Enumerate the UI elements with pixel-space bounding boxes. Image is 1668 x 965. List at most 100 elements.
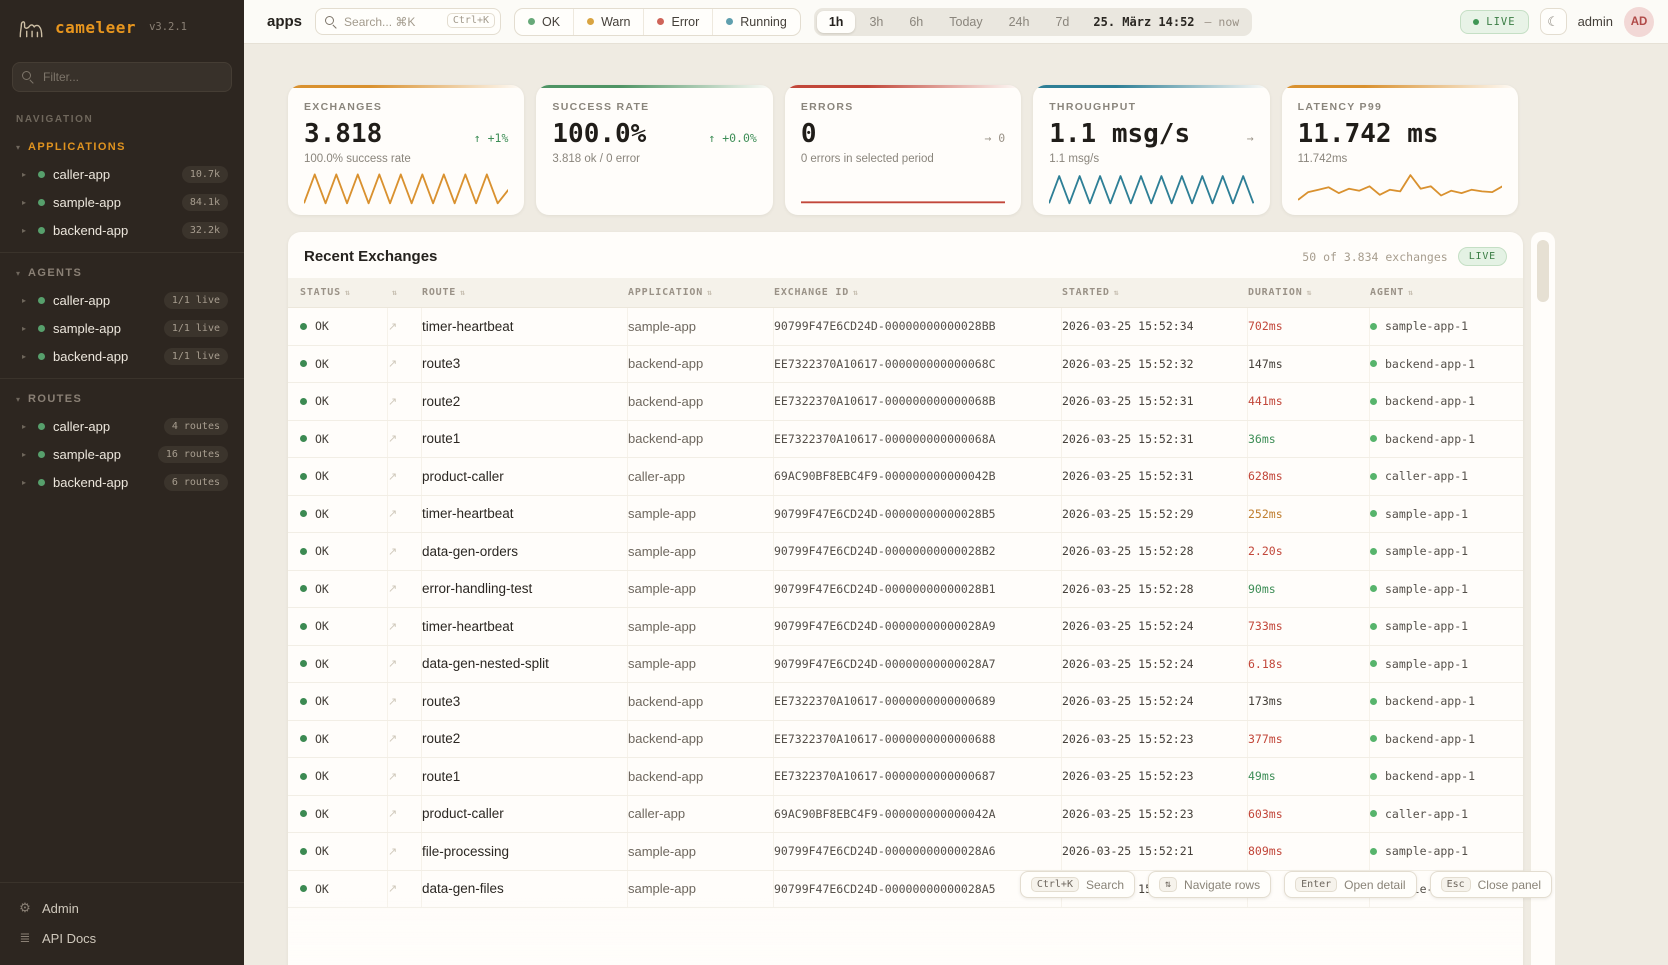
time-range-button[interactable]: 24h <box>997 11 1042 33</box>
open-detail-icon[interactable]: ↗ <box>388 395 397 408</box>
route-cell: timer-heartbeat <box>422 496 628 533</box>
kpi-card[interactable]: THROUGHPUT 1.1 msg/s → 1.1 msg/s <box>1033 85 1269 215</box>
open-detail-icon[interactable]: ↗ <box>388 620 397 633</box>
table-row[interactable]: OK ↗ route1 backend-app EE7322370A10617-… <box>288 758 1523 796</box>
filter-input[interactable] <box>12 62 232 92</box>
table-row[interactable]: OK ↗ timer-heartbeat sample-app 90799F47… <box>288 496 1523 534</box>
status-cell: OK <box>300 758 388 795</box>
column-header-application[interactable]: APPLICATION⇅ <box>628 287 774 298</box>
sidebar-item-api-docs[interactable]: ≣ API Docs <box>12 923 232 953</box>
table-row[interactable]: OK ↗ error-handling-test sample-app 9079… <box>288 571 1523 609</box>
exchange-id-cell: 69AC90BF8EBC4F9-000000000000042B <box>774 458 1062 495</box>
open-detail-icon[interactable]: ↗ <box>388 545 397 558</box>
exchange-id-cell: 90799F47E6CD24D-00000000000028A9 <box>774 608 1062 645</box>
theme-toggle-button[interactable]: ☾ <box>1540 8 1567 35</box>
started-cell: 2026-03-25 15:52:23 <box>1062 721 1248 758</box>
date-range-label[interactable]: 25. März 14:52 <box>1083 15 1202 29</box>
time-range-button[interactable]: Today <box>937 11 994 33</box>
live-toggle[interactable]: LIVE <box>1460 10 1528 34</box>
chevron-right-icon: ▸ <box>22 352 30 361</box>
avatar[interactable]: AD <box>1624 7 1654 37</box>
sidebar-item-application[interactable]: ▸ backend-app 32.2k <box>10 216 234 244</box>
column-header-agent[interactable]: AGENT⇅ <box>1370 287 1523 298</box>
sidebar-item-agent[interactable]: ▸ backend-app 1/1 live <box>10 342 234 370</box>
sidebar-item-agent[interactable]: ▸ sample-app 1/1 live <box>10 314 234 342</box>
status-filter-chip[interactable]: Running <box>712 9 800 35</box>
table-row[interactable]: OK ↗ route3 backend-app EE7322370A10617-… <box>288 346 1523 384</box>
open-detail-icon[interactable]: ↗ <box>388 882 397 895</box>
table-row[interactable]: OK ↗ data-gen-orders sample-app 90799F47… <box>288 533 1523 571</box>
agent-cell: sample-app-1 <box>1370 608 1523 645</box>
table-row[interactable]: OK ↗ product-caller caller-app 69AC90BF8… <box>288 796 1523 834</box>
route-cell: route2 <box>422 383 628 420</box>
ok-status-dot <box>300 735 307 742</box>
section-header-routes[interactable]: ▾ ROUTES <box>10 389 234 412</box>
kpi-card[interactable]: LATENCY P99 11.742 ms 11.742ms <box>1282 85 1518 215</box>
open-detail-icon[interactable]: ↗ <box>388 507 397 520</box>
agent-cell: sample-app-1 <box>1370 533 1523 570</box>
kpi-card[interactable]: SUCCESS RATE 100.0% ↑ +0.0% 3.818 ok / 0… <box>536 85 772 215</box>
sort-icon: ⇅ <box>1408 288 1414 297</box>
sidebar-item-application[interactable]: ▸ caller-app 10.7k <box>10 160 234 188</box>
column-header-status[interactable]: STATUS⇅ <box>300 287 388 298</box>
open-detail-icon[interactable]: ↗ <box>388 582 397 595</box>
exchange-id-cell: EE7322370A10617-000000000000068A <box>774 421 1062 458</box>
open-detail-icon[interactable]: ↗ <box>388 807 397 820</box>
sidebar-item-application[interactable]: ▸ sample-app 84.1k <box>10 188 234 216</box>
table-row[interactable]: OK ↗ route3 backend-app EE7322370A10617-… <box>288 683 1523 721</box>
app-logo[interactable]: cameleer v3.2.1 <box>0 0 244 52</box>
scrollbar-thumb[interactable] <box>1537 240 1549 302</box>
open-detail-icon[interactable]: ↗ <box>388 320 397 333</box>
sidebar-item-route-group[interactable]: ▸ sample-app 16 routes <box>10 440 234 468</box>
open-detail-icon[interactable]: ↗ <box>388 357 397 370</box>
kpi-card[interactable]: ERRORS 0 → 0 0 errors in selected period <box>785 85 1021 215</box>
status-filter-chip[interactable]: OK <box>515 9 573 35</box>
table-row[interactable]: OK ↗ route2 backend-app EE7322370A10617-… <box>288 721 1523 759</box>
exchange-id-cell: 90799F47E6CD24D-00000000000028A5 <box>774 871 1062 908</box>
table-row[interactable]: OK ↗ product-caller caller-app 69AC90BF8… <box>288 458 1523 496</box>
column-header-expand[interactable]: ⇅ <box>388 288 422 297</box>
status-filter-chip[interactable]: Warn <box>573 9 643 35</box>
time-range-button[interactable]: 7d <box>1043 11 1081 33</box>
open-detail-icon[interactable]: ↗ <box>388 845 397 858</box>
open-detail-icon[interactable]: ↗ <box>388 657 397 670</box>
table-row[interactable]: OK ↗ timer-heartbeat sample-app 90799F47… <box>288 308 1523 346</box>
context-tab-apps[interactable]: apps <box>267 13 302 30</box>
status-cell: OK <box>300 571 388 608</box>
column-header-exchange-id[interactable]: EXCHANGE ID⇅ <box>774 287 1062 298</box>
content-scrollbar[interactable] <box>1531 232 1555 965</box>
panel-title: Recent Exchanges <box>304 248 437 265</box>
table-row[interactable]: OK ↗ route2 backend-app EE7322370A10617-… <box>288 383 1523 421</box>
sidebar-item-route-group[interactable]: ▸ backend-app 6 routes <box>10 468 234 496</box>
time-range-button[interactable]: 3h <box>857 11 895 33</box>
open-detail-icon[interactable]: ↗ <box>388 470 397 483</box>
sidebar-filter <box>12 62 232 92</box>
kpi-card[interactable]: EXCHANGES 3.818 ↑ +1% 100.0% success rat… <box>288 85 524 215</box>
table-row[interactable]: OK ↗ data-gen-nested-split sample-app 90… <box>288 646 1523 684</box>
route-cell: route2 <box>422 721 628 758</box>
started-cell: 2026-03-25 15:52:24 <box>1062 683 1248 720</box>
time-range-button[interactable]: 6h <box>897 11 935 33</box>
column-header-route[interactable]: ROUTE⇅ <box>422 287 628 298</box>
table-row[interactable]: OK ↗ route1 backend-app EE7322370A10617-… <box>288 421 1523 459</box>
table-row[interactable]: OK ↗ file-processing sample-app 90799F47… <box>288 833 1523 871</box>
column-header-started[interactable]: STARTED⇅ <box>1062 287 1248 298</box>
open-detail-icon[interactable]: ↗ <box>388 770 397 783</box>
agent-status-dot <box>1370 435 1377 442</box>
open-detail-icon[interactable]: ↗ <box>388 432 397 445</box>
exchange-id-cell: 69AC90BF8EBC4F9-000000000000042A <box>774 796 1062 833</box>
table-row[interactable]: OK ↗ timer-heartbeat sample-app 90799F47… <box>288 608 1523 646</box>
open-detail-icon[interactable]: ↗ <box>388 732 397 745</box>
column-header-duration[interactable]: DURATION⇅ <box>1248 287 1370 298</box>
sidebar-item-admin[interactable]: ⚙ Admin <box>12 893 232 923</box>
chevron-right-icon: ▸ <box>22 198 30 207</box>
section-header-applications[interactable]: ▾ APPLICATIONS <box>10 137 234 160</box>
sidebar-item-route-group[interactable]: ▸ caller-app 4 routes <box>10 412 234 440</box>
open-detail-icon[interactable]: ↗ <box>388 695 397 708</box>
live-badge: LIVE <box>1458 247 1507 266</box>
ok-status-dot <box>300 810 307 817</box>
sidebar-item-agent[interactable]: ▸ caller-app 1/1 live <box>10 286 234 314</box>
status-filter-chip[interactable]: Error <box>643 9 712 35</box>
section-header-agents[interactable]: ▾ AGENTS <box>10 263 234 286</box>
time-range-button[interactable]: 1h <box>817 11 856 33</box>
